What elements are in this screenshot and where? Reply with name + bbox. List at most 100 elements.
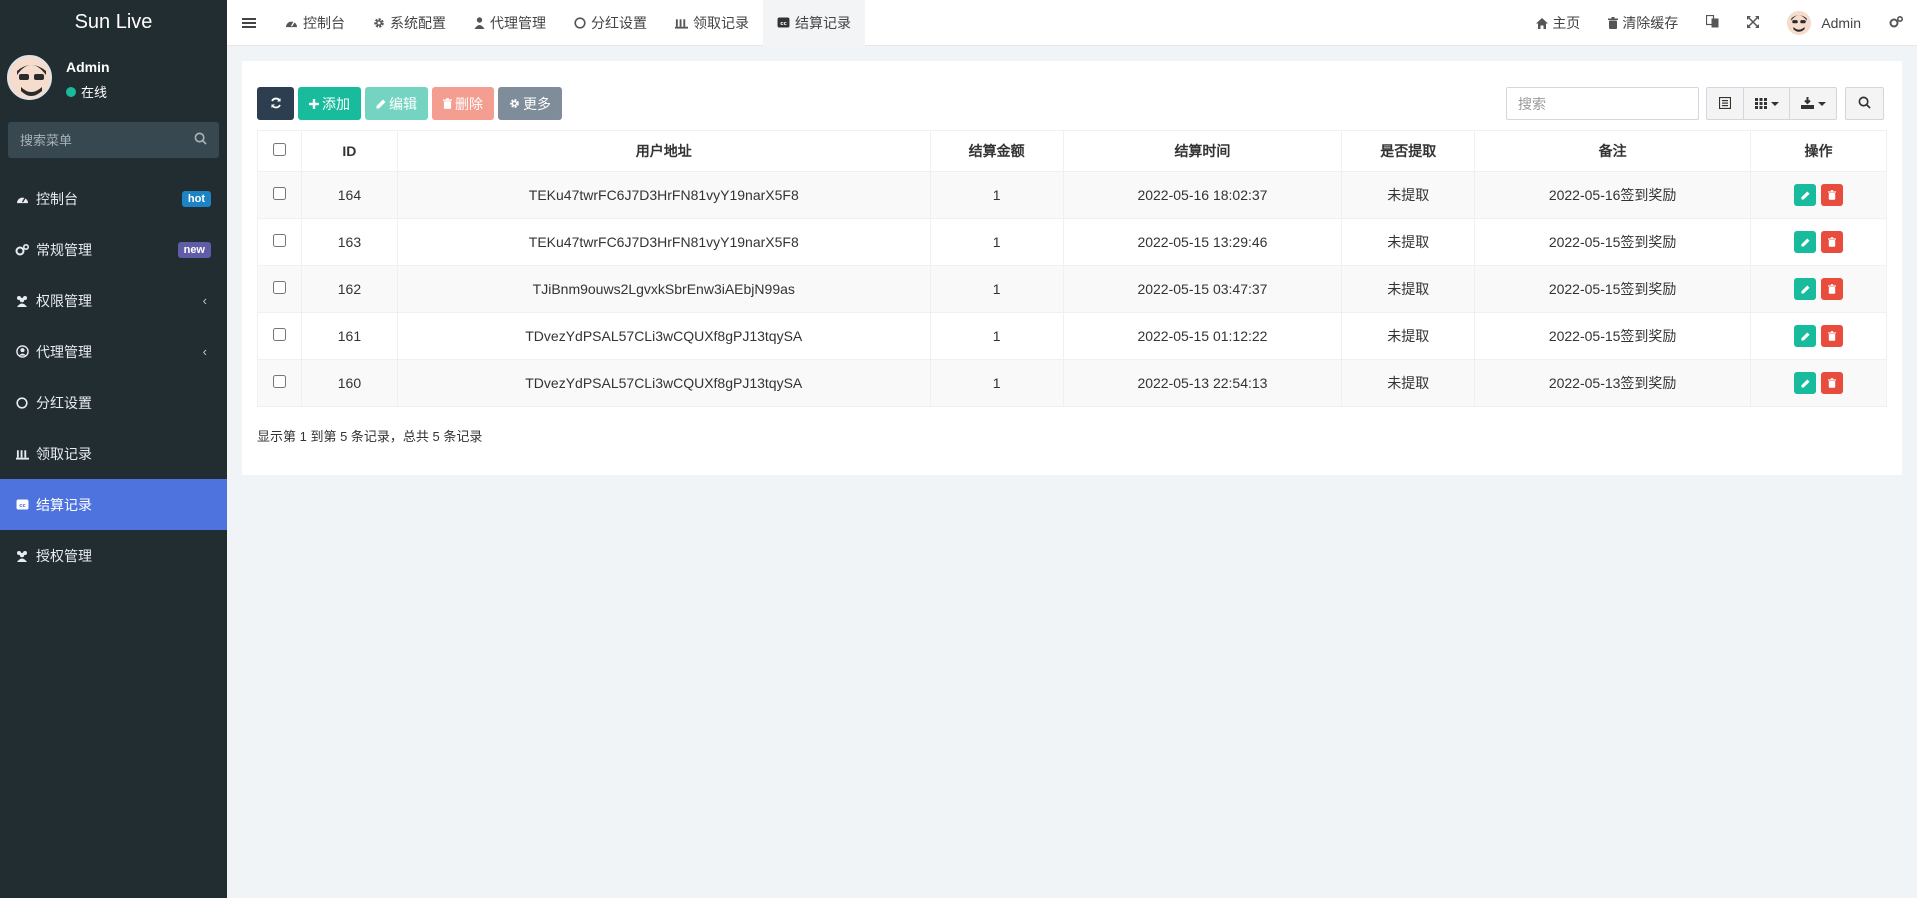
row-edit-button[interactable] bbox=[1794, 231, 1816, 253]
language-button[interactable] bbox=[1692, 0, 1733, 46]
sidebar-item-label: 代理管理 bbox=[36, 343, 92, 360]
row-select-cell bbox=[257, 218, 302, 266]
clear-cache-button[interactable]: 清除缓存 bbox=[1594, 0, 1692, 46]
table-row: 160 TDvezYdPSAL57CLi3wCQUXf8gPJ13tqySA 1… bbox=[257, 359, 1887, 407]
sidebar-item-general[interactable]: 常规管理 new bbox=[0, 224, 227, 275]
search-icon[interactable] bbox=[194, 132, 207, 148]
column-header[interactable]: ID bbox=[300, 130, 398, 172]
tab-agents[interactable]: 代理管理 bbox=[460, 0, 560, 46]
group-icon bbox=[15, 294, 29, 308]
chevron-left-icon: ‹ bbox=[202, 293, 207, 308]
row-edit-button[interactable] bbox=[1794, 325, 1816, 347]
more-label: 更多 bbox=[523, 95, 551, 112]
tab-label: 分红设置 bbox=[591, 14, 647, 31]
row-delete-button[interactable] bbox=[1821, 231, 1843, 253]
tab-system-config[interactable]: 系统配置 bbox=[359, 0, 460, 46]
table-search-input[interactable] bbox=[1506, 87, 1699, 120]
sidebar-search-input[interactable] bbox=[8, 122, 219, 158]
tab-settlements[interactable]: cc 结算记录 bbox=[763, 0, 865, 46]
row-delete-button[interactable] bbox=[1821, 372, 1843, 394]
tab-label: 领取记录 bbox=[693, 14, 749, 31]
sidebar-item-auth[interactable]: 授权管理 bbox=[0, 530, 227, 581]
settings-button[interactable] bbox=[1875, 0, 1917, 46]
toggle-view-button[interactable] bbox=[1706, 87, 1744, 120]
bar-icon bbox=[15, 447, 29, 461]
row-checkbox[interactable] bbox=[272, 375, 286, 388]
trash-icon bbox=[443, 98, 452, 109]
add-button[interactable]: 添加 bbox=[298, 87, 361, 120]
column-header[interactable]: 备注 bbox=[1474, 130, 1752, 172]
row-checkbox[interactable] bbox=[272, 281, 286, 294]
tab-claims[interactable]: 领取记录 bbox=[661, 0, 763, 46]
cell-amount: 1 bbox=[929, 312, 1064, 360]
home-link[interactable]: 主页 bbox=[1522, 0, 1594, 46]
cell-note: 2022-05-15签到奖励 bbox=[1474, 312, 1752, 360]
user-status: 在线 bbox=[66, 82, 107, 101]
cc-icon: cc bbox=[15, 498, 29, 512]
column-header[interactable]: 用户地址 bbox=[396, 130, 931, 172]
tab-dividend[interactable]: 分红设置 bbox=[560, 0, 661, 46]
table-row: 161 TDvezYdPSAL57CLi3wCQUXf8gPJ13tqySA 1… bbox=[257, 312, 1887, 360]
sidebar-item-dashboard[interactable]: 控制台 hot bbox=[0, 173, 227, 224]
chevron-down-icon bbox=[1817, 101, 1826, 106]
tab-dashboard[interactable]: 控制台 bbox=[271, 0, 359, 46]
delete-button[interactable]: 删除 bbox=[432, 87, 494, 120]
pencil-icon bbox=[1800, 237, 1810, 247]
brand-logo[interactable]: Sun Live bbox=[0, 0, 227, 45]
export-dropdown[interactable] bbox=[1789, 87, 1837, 120]
plus-icon bbox=[309, 98, 319, 109]
gear-icon bbox=[509, 98, 520, 109]
trash-icon bbox=[1828, 331, 1836, 341]
avatar-icon bbox=[9, 57, 50, 98]
sidebar-item-label: 结算记录 bbox=[36, 496, 92, 513]
dashboard-icon bbox=[285, 17, 298, 28]
sidebar-item-label: 控制台 bbox=[36, 190, 78, 207]
trash-icon bbox=[1828, 378, 1836, 388]
edit-button[interactable]: 编辑 bbox=[365, 87, 428, 120]
content-panel: 添加 编辑 删除 更多 搜索 ID 用户地址 结算金额 结算时间 是否提取 备注… bbox=[242, 61, 1902, 475]
search-icon bbox=[1858, 96, 1871, 112]
svg-text:cc: cc bbox=[780, 21, 787, 27]
row-edit-button[interactable] bbox=[1794, 372, 1816, 394]
tab-label: 系统配置 bbox=[390, 14, 446, 31]
sidebar-item-agents[interactable]: 代理管理 ‹ bbox=[0, 326, 227, 377]
column-header[interactable]: 结算时间 bbox=[1062, 130, 1343, 172]
sidebar-item-dividend[interactable]: 分红设置 bbox=[0, 377, 227, 428]
select-all-checkbox[interactable] bbox=[272, 143, 286, 156]
cell-amount: 1 bbox=[929, 218, 1064, 266]
column-header[interactable]: 是否提取 bbox=[1341, 130, 1476, 172]
sidebar-item-settlements[interactable]: cc 结算记录 bbox=[0, 479, 227, 530]
row-checkbox[interactable] bbox=[272, 234, 286, 247]
user-name: Admin bbox=[66, 59, 110, 75]
refresh-button[interactable] bbox=[257, 87, 294, 120]
row-delete-button[interactable] bbox=[1821, 184, 1843, 206]
row-delete-button[interactable] bbox=[1821, 325, 1843, 347]
menu-toggle-icon[interactable] bbox=[227, 0, 271, 46]
columns-dropdown[interactable] bbox=[1743, 87, 1790, 120]
row-checkbox[interactable] bbox=[272, 187, 286, 200]
cell-note: 2022-05-16签到奖励 bbox=[1474, 171, 1752, 219]
pencil-icon bbox=[1800, 331, 1810, 341]
row-edit-button[interactable] bbox=[1794, 184, 1816, 206]
row-edit-button[interactable] bbox=[1794, 278, 1816, 300]
sidebar-item-claims[interactable]: 领取记录 bbox=[0, 428, 227, 479]
trash-icon bbox=[1608, 17, 1619, 29]
cell-amount: 1 bbox=[929, 265, 1064, 313]
row-select-cell bbox=[257, 265, 302, 313]
row-select-cell bbox=[257, 359, 302, 407]
avatar bbox=[1787, 11, 1812, 35]
cell-status: 未提取 bbox=[1341, 359, 1476, 407]
pencil-icon bbox=[1800, 284, 1810, 294]
settlement-table: ID 用户地址 结算金额 结算时间 是否提取 备注 操作 164 TEKu47t… bbox=[257, 130, 1887, 407]
cell-time: 2022-05-13 22:54:13 bbox=[1062, 359, 1343, 407]
column-header[interactable]: 结算金额 bbox=[929, 130, 1064, 172]
fullscreen-button[interactable] bbox=[1733, 0, 1773, 46]
row-delete-button[interactable] bbox=[1821, 278, 1843, 300]
top-navbar: 控制台 系统配置 代理管理 分红设置 领取记录 cc 结算记录 主页 清除缓存 bbox=[227, 0, 1917, 46]
cell-time: 2022-05-15 01:12:22 bbox=[1062, 312, 1343, 360]
sidebar-item-permissions[interactable]: 权限管理 ‹ bbox=[0, 275, 227, 326]
more-button[interactable]: 更多 bbox=[498, 87, 562, 120]
user-menu[interactable]: Admin bbox=[1773, 0, 1875, 46]
advanced-search-button[interactable] bbox=[1845, 87, 1884, 120]
row-checkbox[interactable] bbox=[272, 328, 286, 341]
